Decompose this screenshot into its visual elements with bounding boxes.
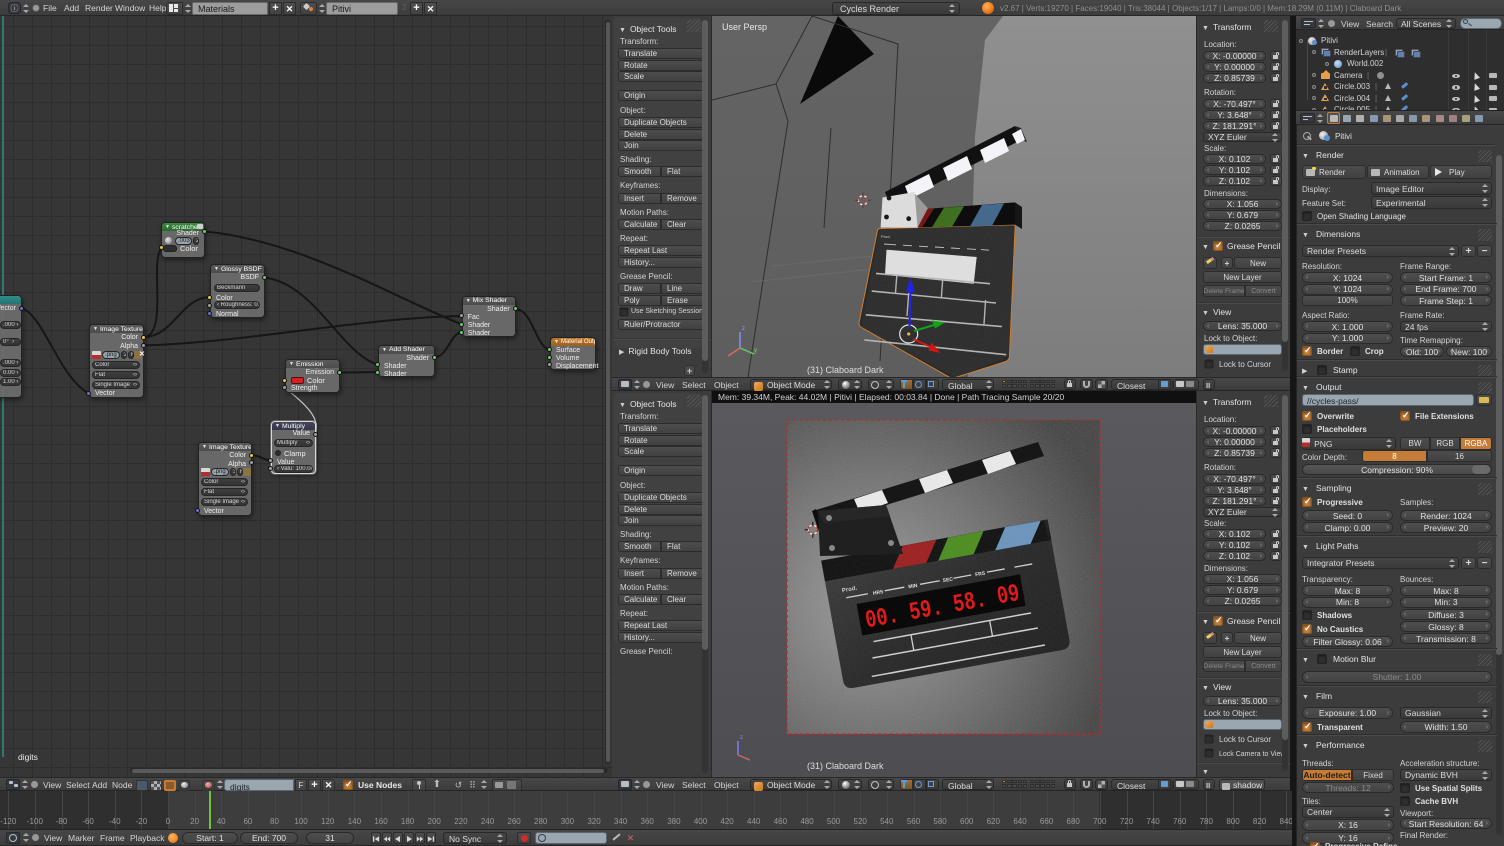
svg-text:y: y — [754, 348, 757, 354]
svg-text:Prod.: Prod. — [881, 234, 891, 239]
svg-text:(31) Claboard Dark: (31) Claboard Dark — [807, 365, 884, 375]
svg-text:z: z — [742, 326, 745, 332]
svg-text:(31) Claboard Dark: (31) Claboard Dark — [807, 761, 884, 771]
svg-text:z: z — [740, 735, 743, 741]
svg-text:User Persp: User Persp — [722, 22, 767, 32]
